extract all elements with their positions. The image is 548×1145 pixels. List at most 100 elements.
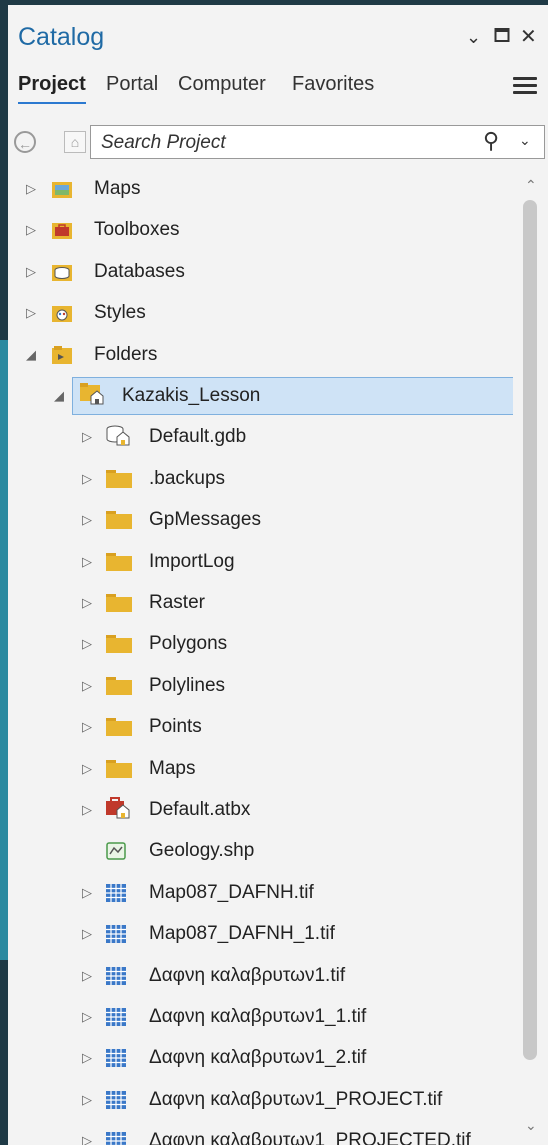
raster-icon xyxy=(106,1049,126,1068)
folder-icon xyxy=(106,552,132,571)
tree-item[interactable]: ▷ .backups xyxy=(8,460,513,500)
tab-favorites[interactable]: Favorites xyxy=(292,73,374,102)
folders-icon xyxy=(52,345,72,364)
tree-item[interactable]: ▷ Styles xyxy=(8,294,513,334)
close-icon[interactable]: ✕ xyxy=(520,27,537,47)
tree-item-label: Δαφνη καλαβρυτων1_2.tif xyxy=(149,1047,367,1069)
expand-arrow-icon[interactable]: ▷ xyxy=(80,554,94,570)
tree-item-label: Kazakis_Lesson xyxy=(122,385,261,406)
expand-arrow-icon[interactable]: ▷ xyxy=(80,1050,94,1066)
expand-arrow-icon[interactable]: ▷ xyxy=(80,926,94,942)
expand-arrow-icon[interactable]: ▷ xyxy=(24,181,38,197)
tree-item-label: Map087_DAFNH_1.tif xyxy=(149,923,335,945)
tree-item[interactable]: ▷ Default.atbx xyxy=(8,791,513,831)
expand-arrow-icon[interactable]: ▷ xyxy=(80,512,94,528)
tree-item[interactable]: ▷ Polylines xyxy=(8,667,513,707)
expand-arrow-icon[interactable]: ▷ xyxy=(80,471,94,487)
tree-item[interactable]: ▷ Maps xyxy=(8,170,513,210)
folder-icon xyxy=(106,635,132,654)
tree-item-label: GpMessages xyxy=(149,509,261,531)
expand-arrow-icon[interactable]: ▷ xyxy=(24,305,38,321)
tree-item[interactable]: ▷ ImportLog xyxy=(8,543,513,583)
scroll-down-icon[interactable]: ⌄ xyxy=(525,1117,537,1134)
search-icon[interactable]: ⚲ xyxy=(483,128,499,154)
expand-arrow-icon[interactable]: ▷ xyxy=(80,761,94,777)
collapse-arrow-icon[interactable]: ◢ xyxy=(24,347,38,363)
search-options-chevron-icon[interactable]: ⌄ xyxy=(519,132,531,149)
back-arrow-icon[interactable]: ← xyxy=(14,131,36,153)
tree-item-label: Toolboxes xyxy=(94,219,180,241)
tree-item-label: .backups xyxy=(149,467,226,489)
tree-item[interactable]: ▷ Δαφνη καλαβρυτων1_PROJECT.tif xyxy=(8,1081,513,1121)
tree-item[interactable]: ▷ Polygons xyxy=(8,625,513,665)
raster-icon xyxy=(106,1008,126,1026)
tree-item-label: Map087_DAFNH.tif xyxy=(149,881,314,903)
tree-item[interactable]: ▷ Raster xyxy=(8,584,513,624)
expand-arrow-icon[interactable]: ▷ xyxy=(80,885,94,901)
tree-item-label: Polygons xyxy=(149,633,228,655)
expand-arrow-icon[interactable]: ▷ xyxy=(80,802,94,818)
home-icon[interactable]: ⌂ xyxy=(64,131,86,153)
pane-title: Catalog xyxy=(18,23,105,51)
tree-item-label: Default.atbx xyxy=(149,799,251,820)
folder-icon xyxy=(106,511,132,530)
tree-item[interactable]: ▷ GpMessages xyxy=(8,501,513,541)
tree-item-label: Δαφνη καλαβρυτων1_1.tif xyxy=(149,1006,367,1027)
tree-item[interactable]: ▷ Δαφνη καλαβρυτων1_2.tif xyxy=(8,1039,513,1079)
toolbox-home-icon xyxy=(106,797,130,819)
expand-arrow-icon[interactable]: ▷ xyxy=(80,968,94,984)
expand-arrow-icon[interactable]: ▷ xyxy=(80,1009,94,1025)
tree-item-label: Δαφνη καλαβρυτων1_PROJECTED.tif xyxy=(149,1130,471,1145)
tree-item[interactable]: ▷ Map087_DAFNH.tif xyxy=(8,874,513,914)
scroll-up-icon[interactable]: ⌃ xyxy=(525,177,537,194)
maximize-icon[interactable] xyxy=(494,27,510,47)
tree-item[interactable]: ▷ Points xyxy=(8,708,513,748)
shapefile-icon xyxy=(106,842,126,861)
tree-item[interactable]: ▷ Δαφνη καλαβρυτων1_PROJECTED.tif xyxy=(8,1122,513,1145)
tree-item[interactable]: ▷ Databases xyxy=(8,253,513,293)
background-strip xyxy=(0,340,8,960)
expand-arrow-icon[interactable]: ▷ xyxy=(80,719,94,735)
hamburger-menu-icon[interactable] xyxy=(513,77,537,97)
tree-item-label: Default.gdb xyxy=(149,426,247,448)
tree-item[interactable]: ◢ Folders xyxy=(8,336,513,376)
expand-arrow-icon[interactable]: ▷ xyxy=(24,222,38,238)
folder-icon xyxy=(106,759,132,778)
catalog-pane: Catalog ⌄ ✕ Project Portal Computer Favo… xyxy=(8,5,548,1145)
tree-item-label: Styles xyxy=(94,302,146,324)
expand-arrow-icon[interactable]: ▷ xyxy=(80,678,94,694)
catalog-tree: ▷ Maps ▷ Toolboxes ▷ Databases ▷ Styles ◢ Folders… xyxy=(8,170,513,1145)
home-folder-icon xyxy=(80,383,104,405)
expand-arrow-icon[interactable]: ▷ xyxy=(80,1133,94,1145)
raster-icon xyxy=(106,883,126,902)
database-icon xyxy=(52,263,72,281)
styles-icon xyxy=(52,304,72,323)
tree-item[interactable]: ▷ Default.gdb xyxy=(8,418,513,458)
tree-item-label: Databases xyxy=(94,260,185,282)
tree-item[interactable]: ▷ Δαφνη καλαβρυτων1_1.tif xyxy=(8,998,513,1038)
tree-item[interactable]: Geology.shp xyxy=(8,832,513,872)
tab-portal[interactable]: Portal xyxy=(106,73,158,102)
tree-item-label: Geology.shp xyxy=(149,840,255,862)
pane-titlebar: Catalog ⌄ ✕ xyxy=(8,5,548,69)
tree-item[interactable]: ▷ Maps xyxy=(8,750,513,790)
expand-arrow-icon[interactable]: ▷ xyxy=(24,264,38,280)
tab-computer[interactable]: Computer xyxy=(178,73,266,102)
search-box: ⚲ ⌄ xyxy=(90,125,545,159)
collapse-arrow-icon[interactable]: ◢ xyxy=(52,388,66,404)
tab-project[interactable]: Project xyxy=(18,73,86,104)
folder-icon xyxy=(106,594,132,612)
expand-arrow-icon[interactable]: ▷ xyxy=(80,429,94,445)
pane-options-chevron-icon[interactable]: ⌄ xyxy=(466,27,481,47)
expand-arrow-icon[interactable]: ▷ xyxy=(80,1092,94,1108)
scrollbar-thumb[interactable] xyxy=(523,200,537,1060)
tree-item[interactable]: ▷ Toolboxes xyxy=(8,211,513,251)
expand-arrow-icon[interactable]: ▷ xyxy=(80,636,94,652)
tree-item[interactable]: ▷ Δαφνη καλαβρυτων1.tif xyxy=(8,957,513,997)
tree-item[interactable]: ▷ Map087_DAFNH_1.tif xyxy=(8,915,513,955)
search-input[interactable] xyxy=(99,129,463,157)
toolbox-icon xyxy=(52,221,72,240)
expand-arrow-icon[interactable]: ▷ xyxy=(80,595,94,611)
maps-icon xyxy=(52,180,72,198)
tree-item[interactable]: ◢ Kazakis_Lesson xyxy=(8,377,513,417)
